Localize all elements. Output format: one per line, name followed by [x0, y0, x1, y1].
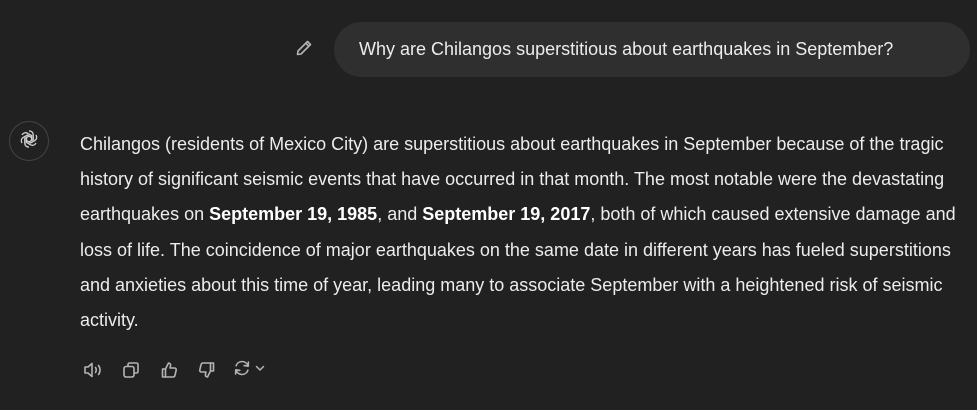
- answer-bold-date-2017: September 19, 2017: [422, 204, 591, 225]
- good-response-button[interactable]: [156, 357, 182, 383]
- user-message-bubble: Why are Chilangos superstitious about ea…: [334, 22, 970, 77]
- message-actions: [80, 357, 266, 383]
- chevron-down-icon: [254, 361, 266, 379]
- pencil-icon: [294, 38, 314, 63]
- chatgpt-logo-icon: [18, 128, 40, 155]
- answer-bold-date-1985: September 19, 1985: [209, 204, 378, 225]
- copy-button[interactable]: [118, 357, 144, 383]
- speaker-icon: [82, 360, 104, 380]
- regenerate-button[interactable]: [232, 358, 266, 383]
- copy-icon: [121, 360, 141, 380]
- assistant-message-text: Chilangos (residents of Mexico City) are…: [80, 127, 970, 338]
- thumbs-down-icon: [197, 360, 217, 380]
- refresh-icon: [232, 358, 252, 383]
- assistant-avatar: [9, 121, 49, 161]
- read-aloud-button[interactable]: [80, 357, 106, 383]
- user-message-text: Why are Chilangos superstitious about ea…: [359, 39, 894, 59]
- answer-text-part: , and: [377, 204, 423, 225]
- thumbs-up-icon: [159, 360, 179, 380]
- edit-message-button[interactable]: [292, 38, 316, 62]
- bad-response-button[interactable]: [194, 357, 220, 383]
